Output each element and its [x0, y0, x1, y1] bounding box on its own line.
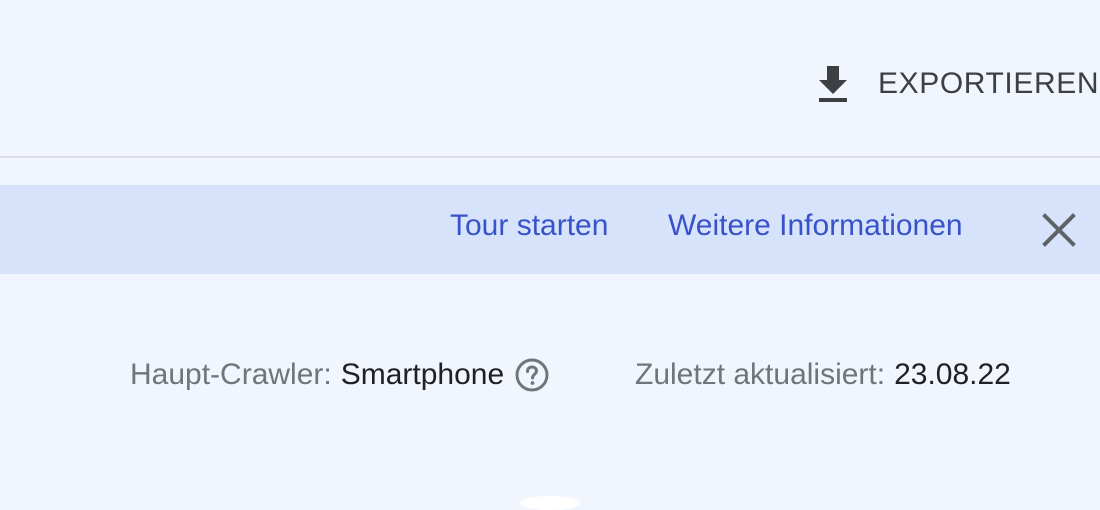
more-info-link[interactable]: Weitere Informationen	[668, 209, 963, 243]
crawl-meta-row: Haupt-Crawler: Smartphone Zuletzt aktual…	[0, 352, 1061, 398]
last-updated-value: 23.08.22	[894, 358, 1011, 391]
last-updated-label: Zuletzt aktualisiert:	[635, 358, 886, 391]
close-icon[interactable]	[1036, 207, 1082, 253]
export-label: EXPORTIEREN	[878, 67, 1100, 100]
content-card-edge	[520, 496, 580, 510]
primary-crawler-label: Haupt-Crawler:	[130, 358, 332, 391]
info-banner: Tour starten Weitere Informationen	[0, 185, 1100, 274]
page-toolbar: EXPORTIEREN	[0, 0, 1100, 156]
download-icon	[808, 59, 858, 109]
help-circle-icon[interactable]	[514, 357, 550, 393]
last-updated-info: Zuletzt aktualisiert: 23.08.22	[635, 352, 1011, 398]
toolbar-divider	[0, 156, 1100, 158]
primary-crawler-info: Haupt-Crawler: Smartphone	[130, 352, 550, 398]
export-button[interactable]: EXPORTIEREN	[808, 58, 1099, 110]
start-tour-link[interactable]: Tour starten	[450, 209, 608, 243]
primary-crawler-value: Smartphone	[340, 358, 505, 391]
